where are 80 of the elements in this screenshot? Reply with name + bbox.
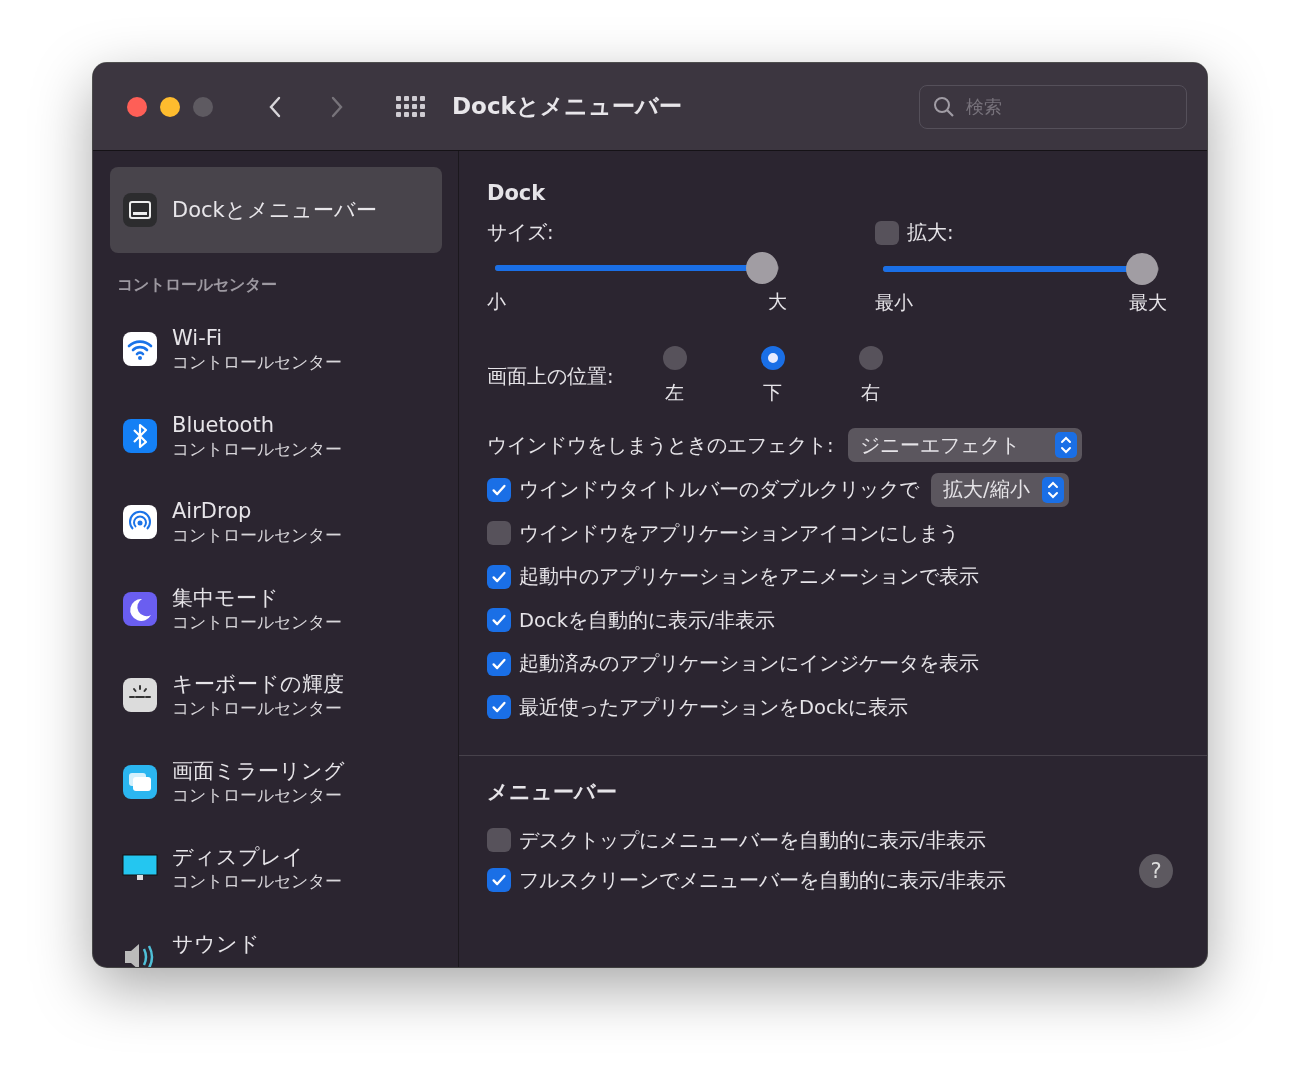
checkbox[interactable] <box>487 608 511 633</box>
checkbox[interactable] <box>487 828 511 852</box>
item-title: 画面ミラーリング <box>172 757 345 784</box>
section-header: コントロールセンター <box>117 275 278 296</box>
search-field[interactable]: 検索 <box>919 84 1187 129</box>
checkbox-label: Dockを自動的に表示/非表示 <box>519 607 775 634</box>
sidebar-item[interactable]: 集中モード コントロールセンター <box>110 565 442 652</box>
keyboard-brightness-icon <box>122 677 158 714</box>
item-subtitle: コントロールセンター <box>172 697 343 720</box>
radio-button[interactable] <box>760 346 785 370</box>
magnification-label: 拡大: <box>907 220 954 246</box>
checkbox[interactable] <box>487 521 511 546</box>
item-subtitle: コントロールセンター <box>172 870 342 893</box>
item-subtitle: コントロールセンター <box>172 524 342 547</box>
minimize-button[interactable] <box>160 96 180 117</box>
slider-max-label: 大 <box>768 289 787 314</box>
search-icon <box>933 95 955 118</box>
grid-icon[interactable] <box>396 95 426 118</box>
size-label: サイズ: <box>487 220 555 245</box>
checkbox-label: ウインドウをアプリケーションアイコンにしまう <box>519 520 959 547</box>
item-title: Bluetooth <box>172 411 275 438</box>
item-title: サウンド <box>172 930 260 957</box>
sidebar-item[interactable]: Wi-Fi コントロールセンター <box>110 306 442 393</box>
window-title: Dockとメニューバー <box>452 92 682 121</box>
sidebar-item[interactable]: キーボードの輝度 コントロールセンター <box>110 652 442 739</box>
checkbox-label: デスクトップにメニューバーを自動的に表示/非表示 <box>519 827 986 854</box>
checkbox-label: ウインドウタイトルバーのダブルクリックで <box>519 477 919 504</box>
item-title: AirDrop <box>172 498 253 525</box>
slider-thumb[interactable] <box>1126 253 1159 285</box>
sidebar-item[interactable]: Dockとメニューバー <box>110 167 442 253</box>
checkbox-label: 起動済みのアプリケーションにインジケータを表示 <box>519 651 979 678</box>
screen-mirroring-icon <box>122 763 158 800</box>
sidebar-item[interactable]: サウンド <box>110 911 442 967</box>
item-subtitle: コントロールセンター <box>172 351 342 374</box>
item-title: キーボードの輝度 <box>172 671 344 698</box>
item-title: Wi-Fi <box>172 325 224 352</box>
slider-min-label: 小 <box>487 289 506 314</box>
checkbox[interactable] <box>487 564 511 589</box>
radio-button[interactable] <box>662 346 687 370</box>
sidebar-item[interactable]: ディスプレイ コントロールセンター <box>110 825 442 912</box>
effect-label: ウインドウをしまうときのエフェクト: <box>487 432 834 459</box>
up-down-arrows-icon <box>1054 432 1077 458</box>
dock-icon <box>122 192 158 228</box>
item-subtitle: コントロールセンター <box>172 783 343 806</box>
item-subtitle: コントロールセンター <box>172 610 342 633</box>
back-icon[interactable] <box>268 94 282 119</box>
bluetooth-icon <box>122 417 158 454</box>
radio-button[interactable] <box>858 346 883 370</box>
checkbox-label: フルスクリーンでメニューバーを自動的に表示/非表示 <box>519 867 1006 894</box>
item-title: ディスプレイ <box>172 844 305 871</box>
checkbox-label: 起動中のアプリケーションをアニメーションで表示 <box>519 564 979 591</box>
item-subtitle: コントロールセンター <box>172 437 342 460</box>
radio-label: 左 <box>665 380 685 405</box>
sidebar-item[interactable]: AirDrop コントロールセンター <box>110 479 442 566</box>
forward-icon[interactable] <box>330 94 344 119</box>
slider-thumb[interactable] <box>745 252 778 284</box>
item-title: 集中モード <box>172 584 280 611</box>
checkbox[interactable] <box>487 695 511 720</box>
slider-min-label: 最小 <box>875 290 913 315</box>
effect-dropdown[interactable]: ジニーエフェクト <box>847 428 1082 462</box>
airdrop-icon <box>122 504 158 541</box>
close-button[interactable] <box>127 96 147 117</box>
checkbox[interactable] <box>487 651 511 676</box>
moon-icon <box>122 590 158 627</box>
checkbox[interactable] <box>487 477 511 502</box>
sidebar-item[interactable]: 画面ミラーリング コントロールセンター <box>110 738 442 825</box>
position-label: 画面上の位置: <box>487 363 614 390</box>
wifi-icon <box>122 331 158 368</box>
checkbox[interactable] <box>487 868 511 892</box>
up-down-arrows-icon <box>1041 476 1064 503</box>
help-button[interactable]: ? <box>1139 854 1173 888</box>
sidebar-item[interactable]: Bluetooth コントロールセンター <box>110 392 442 479</box>
double-click-dropdown[interactable]: 拡大/縮小 <box>931 472 1069 507</box>
section-title: メニューバー <box>487 779 618 806</box>
radio-label: 下 <box>763 380 783 405</box>
checkbox[interactable] <box>875 220 899 245</box>
radio-label: 右 <box>861 380 881 405</box>
slider-max-label: 最大 <box>1129 290 1167 315</box>
checkbox-label: 最近使ったアプリケーションをDockに表示 <box>519 694 908 721</box>
section-title: Dock <box>487 181 547 205</box>
